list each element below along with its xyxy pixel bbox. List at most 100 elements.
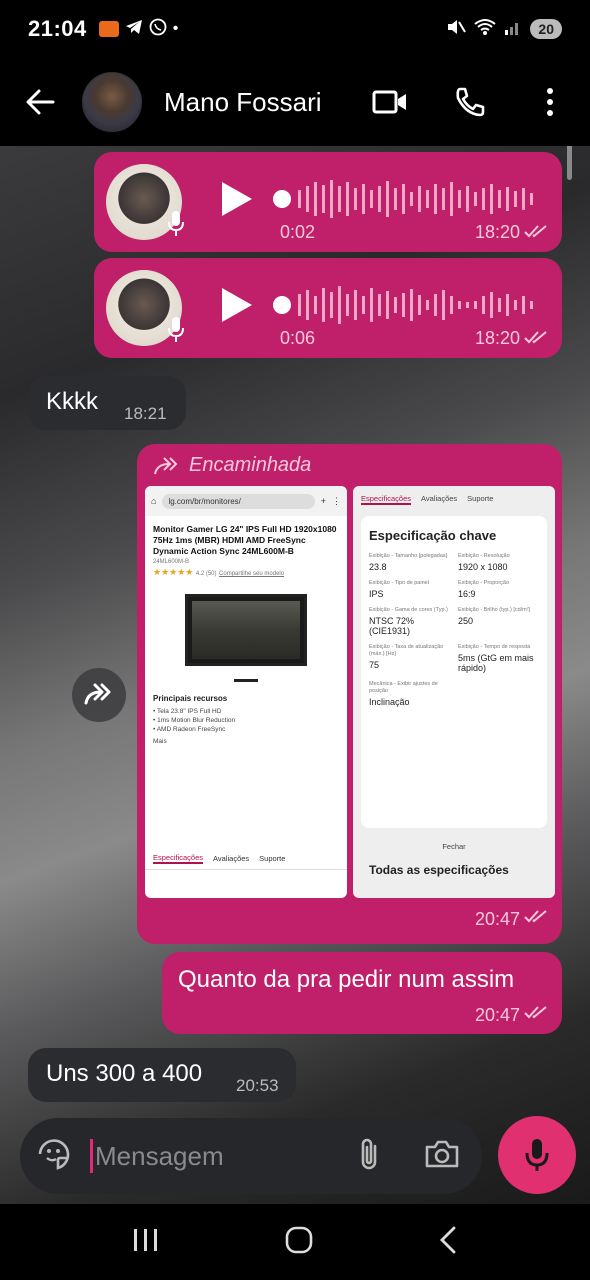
more-options-button[interactable]	[530, 82, 570, 122]
voice-duration: 0:06	[280, 328, 316, 348]
all-specs-heading: Todas as especificações	[369, 863, 509, 877]
double-check-icon	[524, 909, 548, 928]
spec-item: Exibição - Taxa de atualização (máx.) [H…	[369, 644, 444, 670]
voice-message[interactable]: 0:02 18:20	[94, 152, 562, 252]
video-camera-icon	[372, 90, 406, 114]
telegram-icon	[125, 19, 143, 40]
wifi-icon	[474, 18, 497, 41]
spec-title: Especificação chave	[369, 528, 497, 543]
camera-icon	[425, 1140, 459, 1167]
product-rating: ★★★★★ 4.2 (50) Compartilhe seu modelo	[153, 567, 285, 577]
spec-item: Exibição - Proporção 16:9	[458, 580, 510, 599]
outgoing-message[interactable]: Quanto da pra pedir num assim 20:47	[162, 952, 562, 1034]
contact-avatar[interactable]	[82, 72, 142, 132]
more-link: Mais	[153, 738, 167, 745]
sticker-button[interactable]	[36, 1136, 72, 1177]
microphone-icon	[166, 316, 186, 349]
paperclip-icon	[361, 1138, 377, 1169]
incoming-message[interactable]: Kkkk 18:21	[28, 376, 186, 430]
microphone-icon	[525, 1139, 549, 1171]
message-text: Quanto da pra pedir num assim	[178, 966, 515, 993]
message-composer[interactable]: Mensagem	[20, 1118, 482, 1194]
dot-icon: •	[172, 20, 179, 37]
close-link: Fechar	[442, 842, 466, 851]
feature-item: • AMD Radeon FreeSync	[153, 726, 226, 733]
spec-item: Exibição - Gama de cores (Typ.) NTSC 72% …	[369, 607, 448, 636]
play-button[interactable]	[220, 286, 254, 329]
message-time: 20:53	[236, 1076, 279, 1095]
spec-card: Especificação chave Exibição - Tamanho […	[361, 516, 547, 828]
video-call-button[interactable]	[370, 82, 410, 122]
play-icon	[222, 288, 252, 322]
status-bar: 21:04 • 20	[0, 0, 590, 58]
browser-url-bar: ⌂ lg.com/br/monitores/ + ⋮	[145, 486, 347, 516]
status-time: 21:04	[28, 16, 87, 41]
app-notification-icon	[98, 21, 119, 37]
feature-item: • 1ms Motion Blur Reduction	[153, 717, 236, 724]
system-nav-bar	[0, 1204, 590, 1280]
message-time: 18:20	[474, 222, 520, 242]
double-check-icon	[524, 1005, 548, 1024]
spec-item: Exibição - Tipo de painel IPS	[369, 580, 429, 599]
whatsapp-icon	[149, 18, 167, 41]
more-vertical-icon	[547, 88, 553, 116]
double-check-icon	[524, 224, 548, 243]
play-icon	[222, 182, 252, 216]
home-button[interactable]	[284, 1225, 314, 1260]
message-text: Uns 300 a 400	[46, 1060, 203, 1087]
text-cursor	[90, 1139, 93, 1173]
more-vertical-icon: ⋮	[332, 495, 341, 506]
url-text: lg.com/br/monitores/	[162, 493, 315, 509]
mute-icon	[446, 18, 467, 41]
chat-scrollbar[interactable]	[567, 146, 572, 180]
record-voice-button[interactable]	[498, 1116, 576, 1194]
attach-button[interactable]	[358, 1136, 380, 1177]
contact-name[interactable]: Mano Fossari	[164, 87, 322, 118]
battery-indicator: 20	[530, 19, 562, 39]
message-input[interactable]: Mensagem	[95, 1141, 224, 1172]
camera-button[interactable]	[424, 1139, 460, 1174]
voice-duration: 0:02	[280, 222, 316, 242]
monitor-image	[185, 594, 307, 682]
chat-area[interactable]: 0:02 18:20 0:06 18:20 Kkkk 18:21 Encamin…	[0, 146, 590, 1204]
forwarded-image-2[interactable]: Especificações Avaliações Suporte Especi…	[353, 486, 555, 898]
spec-item: Exibição - Tempo de resposta 5ms (GtG em …	[458, 644, 534, 673]
forwarded-label: Encaminhada	[153, 454, 311, 477]
recent-apps-icon	[134, 1228, 157, 1251]
forwarded-image-message[interactable]: Encaminhada ⌂ lg.com/br/monitores/ + ⋮ M…	[137, 444, 562, 944]
play-button[interactable]	[220, 180, 254, 223]
forwarded-image-1[interactable]: ⌂ lg.com/br/monitores/ + ⋮ Monitor Gamer…	[145, 486, 347, 898]
message-time: 20:47	[474, 1005, 520, 1025]
microphone-icon	[166, 210, 186, 243]
message-time: 18:21	[124, 404, 167, 423]
page-tabs: Especificações Avaliações Suporte	[361, 494, 494, 505]
spec-item: Exibição - Tamanho [polegadas] 23.8	[369, 553, 448, 572]
recent-apps-button[interactable]	[132, 1227, 160, 1258]
forward-icon	[154, 456, 178, 474]
incoming-message[interactable]: Uns 300 a 400 20:53	[28, 1048, 296, 1102]
home-icon: ⌂	[151, 496, 157, 506]
spec-item: Exibição - Resolução 1920 x 1080	[458, 553, 510, 572]
phone-icon	[456, 87, 485, 117]
arrow-left-icon	[26, 89, 55, 115]
back-nav-button[interactable]	[438, 1225, 458, 1260]
feature-item: • Tela 23.8" IPS Full HD	[153, 708, 222, 715]
back-button[interactable]	[20, 82, 60, 122]
home-circle-icon	[285, 1226, 313, 1253]
chevron-left-icon	[440, 1226, 456, 1253]
audio-waveform[interactable]	[272, 176, 542, 222]
audio-waveform[interactable]	[272, 282, 542, 328]
double-check-icon	[524, 330, 548, 349]
product-title: Monitor Gamer LG 24" IPS Full HD 1920x10…	[153, 524, 337, 556]
sticker-icon	[38, 1138, 70, 1170]
chat-header: Mano Fossari	[0, 58, 590, 146]
voice-call-button[interactable]	[450, 82, 490, 122]
message-time: 18:20	[474, 328, 520, 348]
voice-message[interactable]: 0:06 18:20	[94, 258, 562, 358]
message-time: 20:47	[474, 909, 520, 929]
plus-icon: +	[320, 496, 326, 506]
signal-icon	[504, 18, 522, 41]
spec-item: Exibição - Brilho (typ.) [cd/m²] 250	[458, 607, 531, 626]
message-text: Kkkk	[46, 388, 99, 415]
forward-button[interactable]	[72, 668, 126, 722]
